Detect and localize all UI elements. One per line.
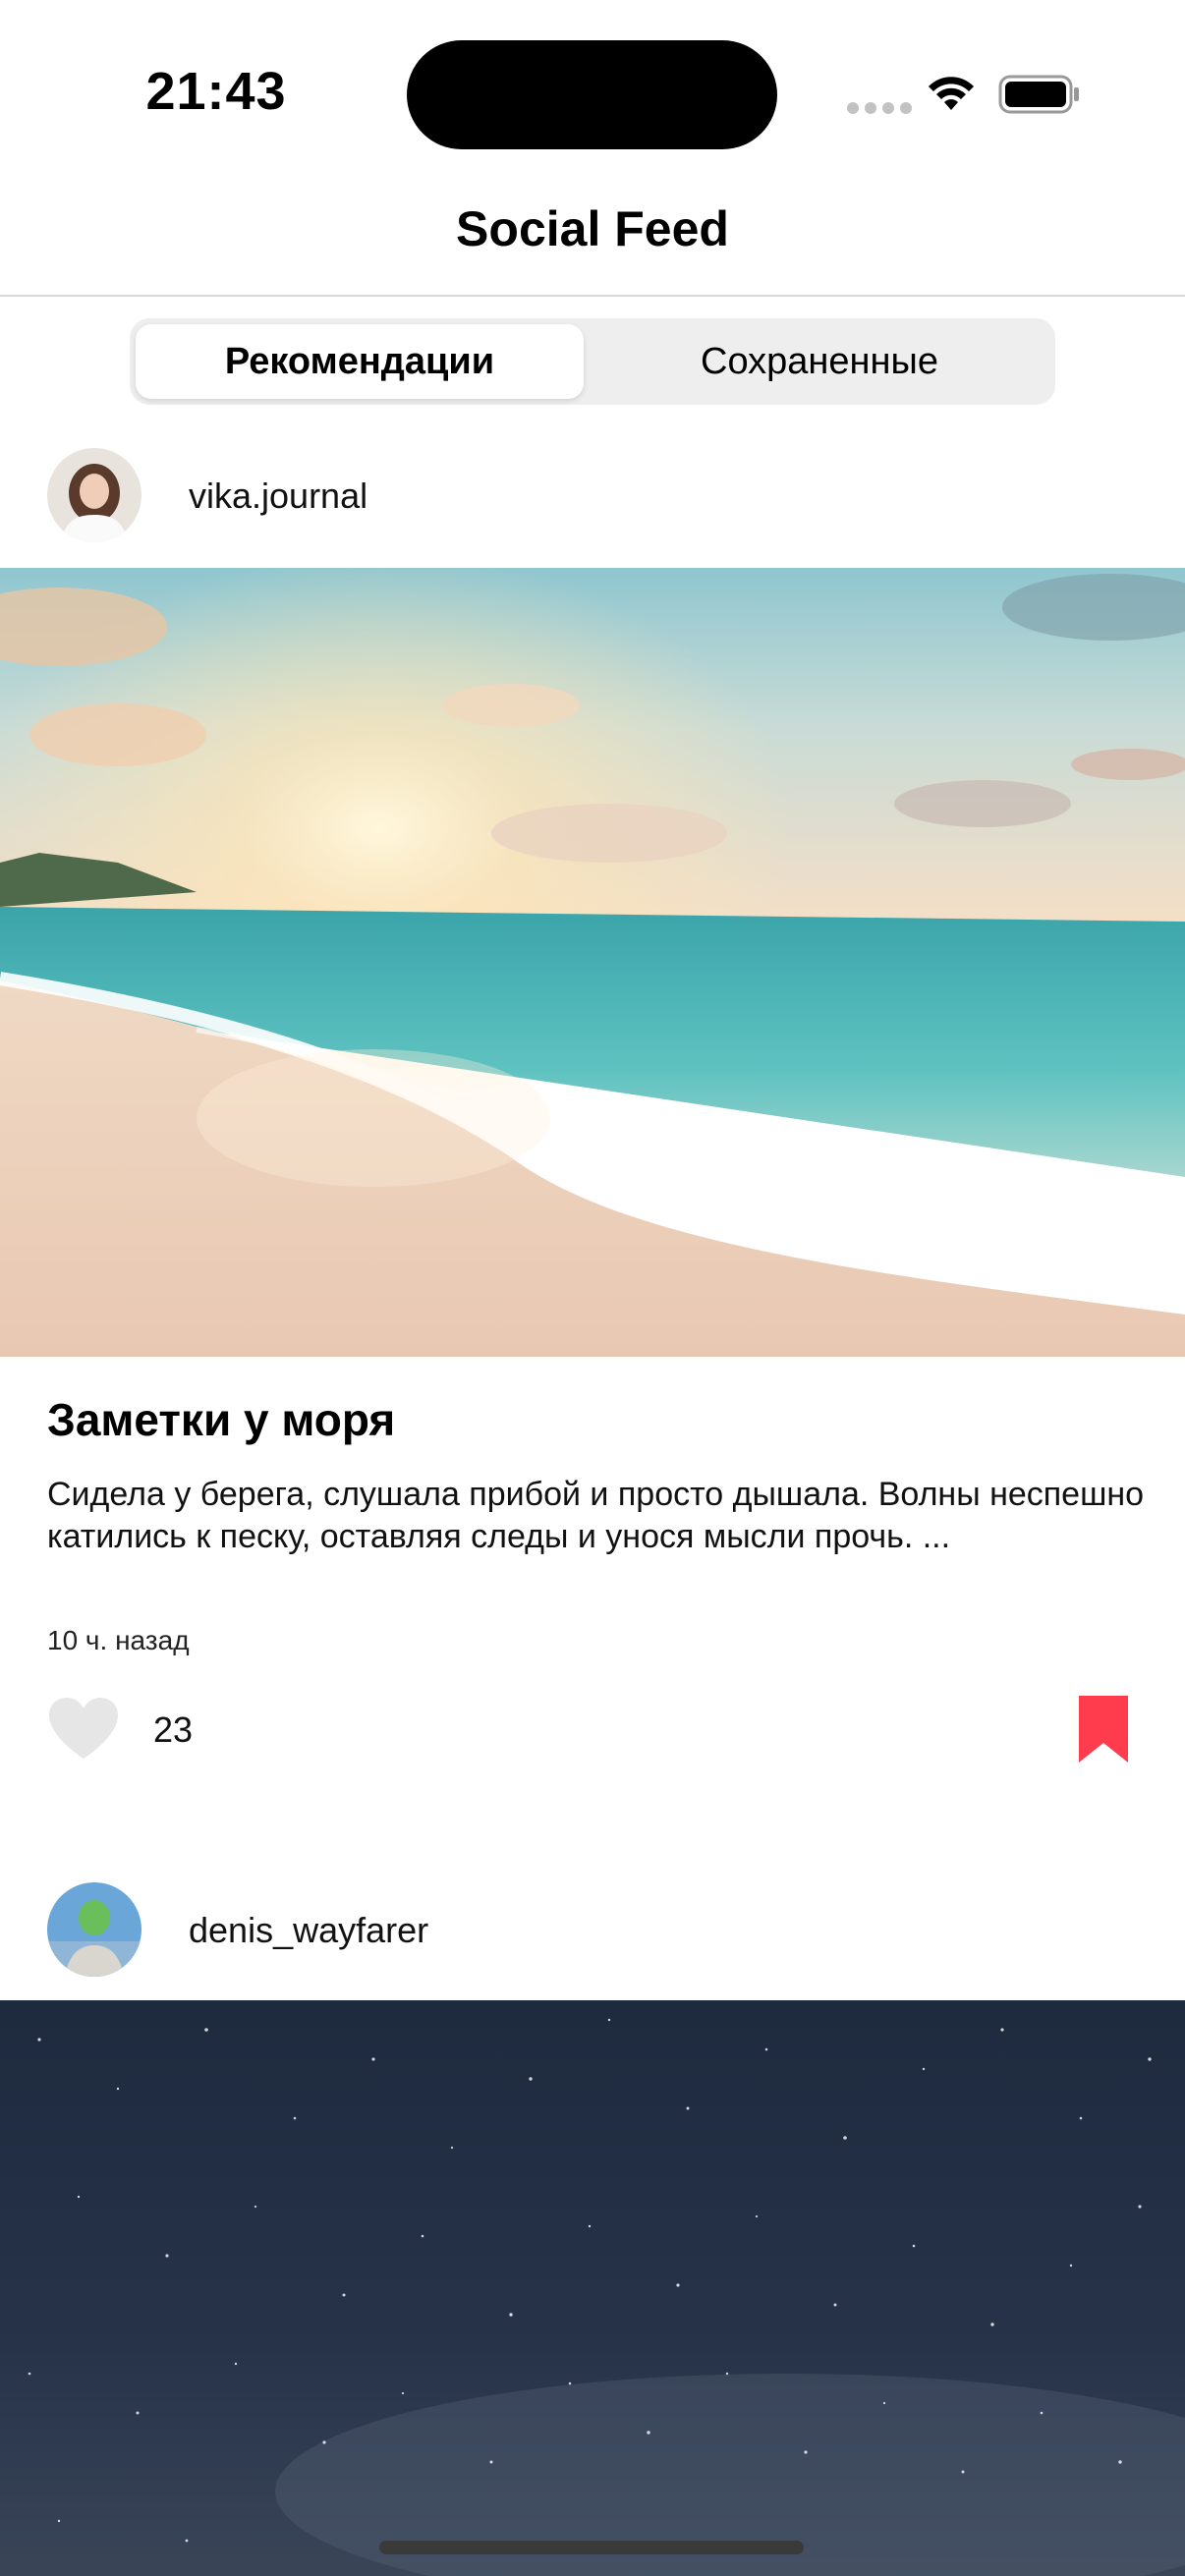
bookmark-icon[interactable] xyxy=(1077,1694,1130,1764)
post-image-night-sky[interactable] xyxy=(0,2000,1185,2576)
post-text: Сидела у берега, слушала прибой и просто… xyxy=(47,1476,1145,1555)
app-screen: 21:43 Social Feed Рекомендации Сохраненн… xyxy=(0,0,1185,2576)
battery-icon xyxy=(998,75,1079,114)
post-title: Заметки у моря xyxy=(47,1394,396,1445)
status-time: 21:43 xyxy=(145,62,287,121)
tab-recommended[interactable]: Рекомендации xyxy=(136,324,584,399)
page-title: Social Feed xyxy=(456,201,729,256)
post-timestamp: 10 ч. назад xyxy=(47,1625,190,1655)
like-count: 23 xyxy=(153,1709,194,1750)
feed-segmented-control: Рекомендации Сохраненные xyxy=(130,318,1055,405)
post-username[interactable]: denis_wayfarer xyxy=(189,1910,428,1951)
home-indicator[interactable] xyxy=(379,2541,804,2554)
nav-divider xyxy=(0,295,1185,297)
heart-icon[interactable] xyxy=(47,1696,120,1761)
dynamic-island xyxy=(407,40,777,149)
post-username[interactable]: vika.journal xyxy=(189,476,367,517)
wifi-icon xyxy=(929,77,974,110)
avatar[interactable] xyxy=(47,448,141,542)
cellular-signal-icon xyxy=(847,102,912,114)
tab-saved[interactable]: Сохраненные xyxy=(595,324,1044,399)
post-image-beach[interactable] xyxy=(0,568,1185,1357)
avatar[interactable] xyxy=(47,1882,141,1977)
